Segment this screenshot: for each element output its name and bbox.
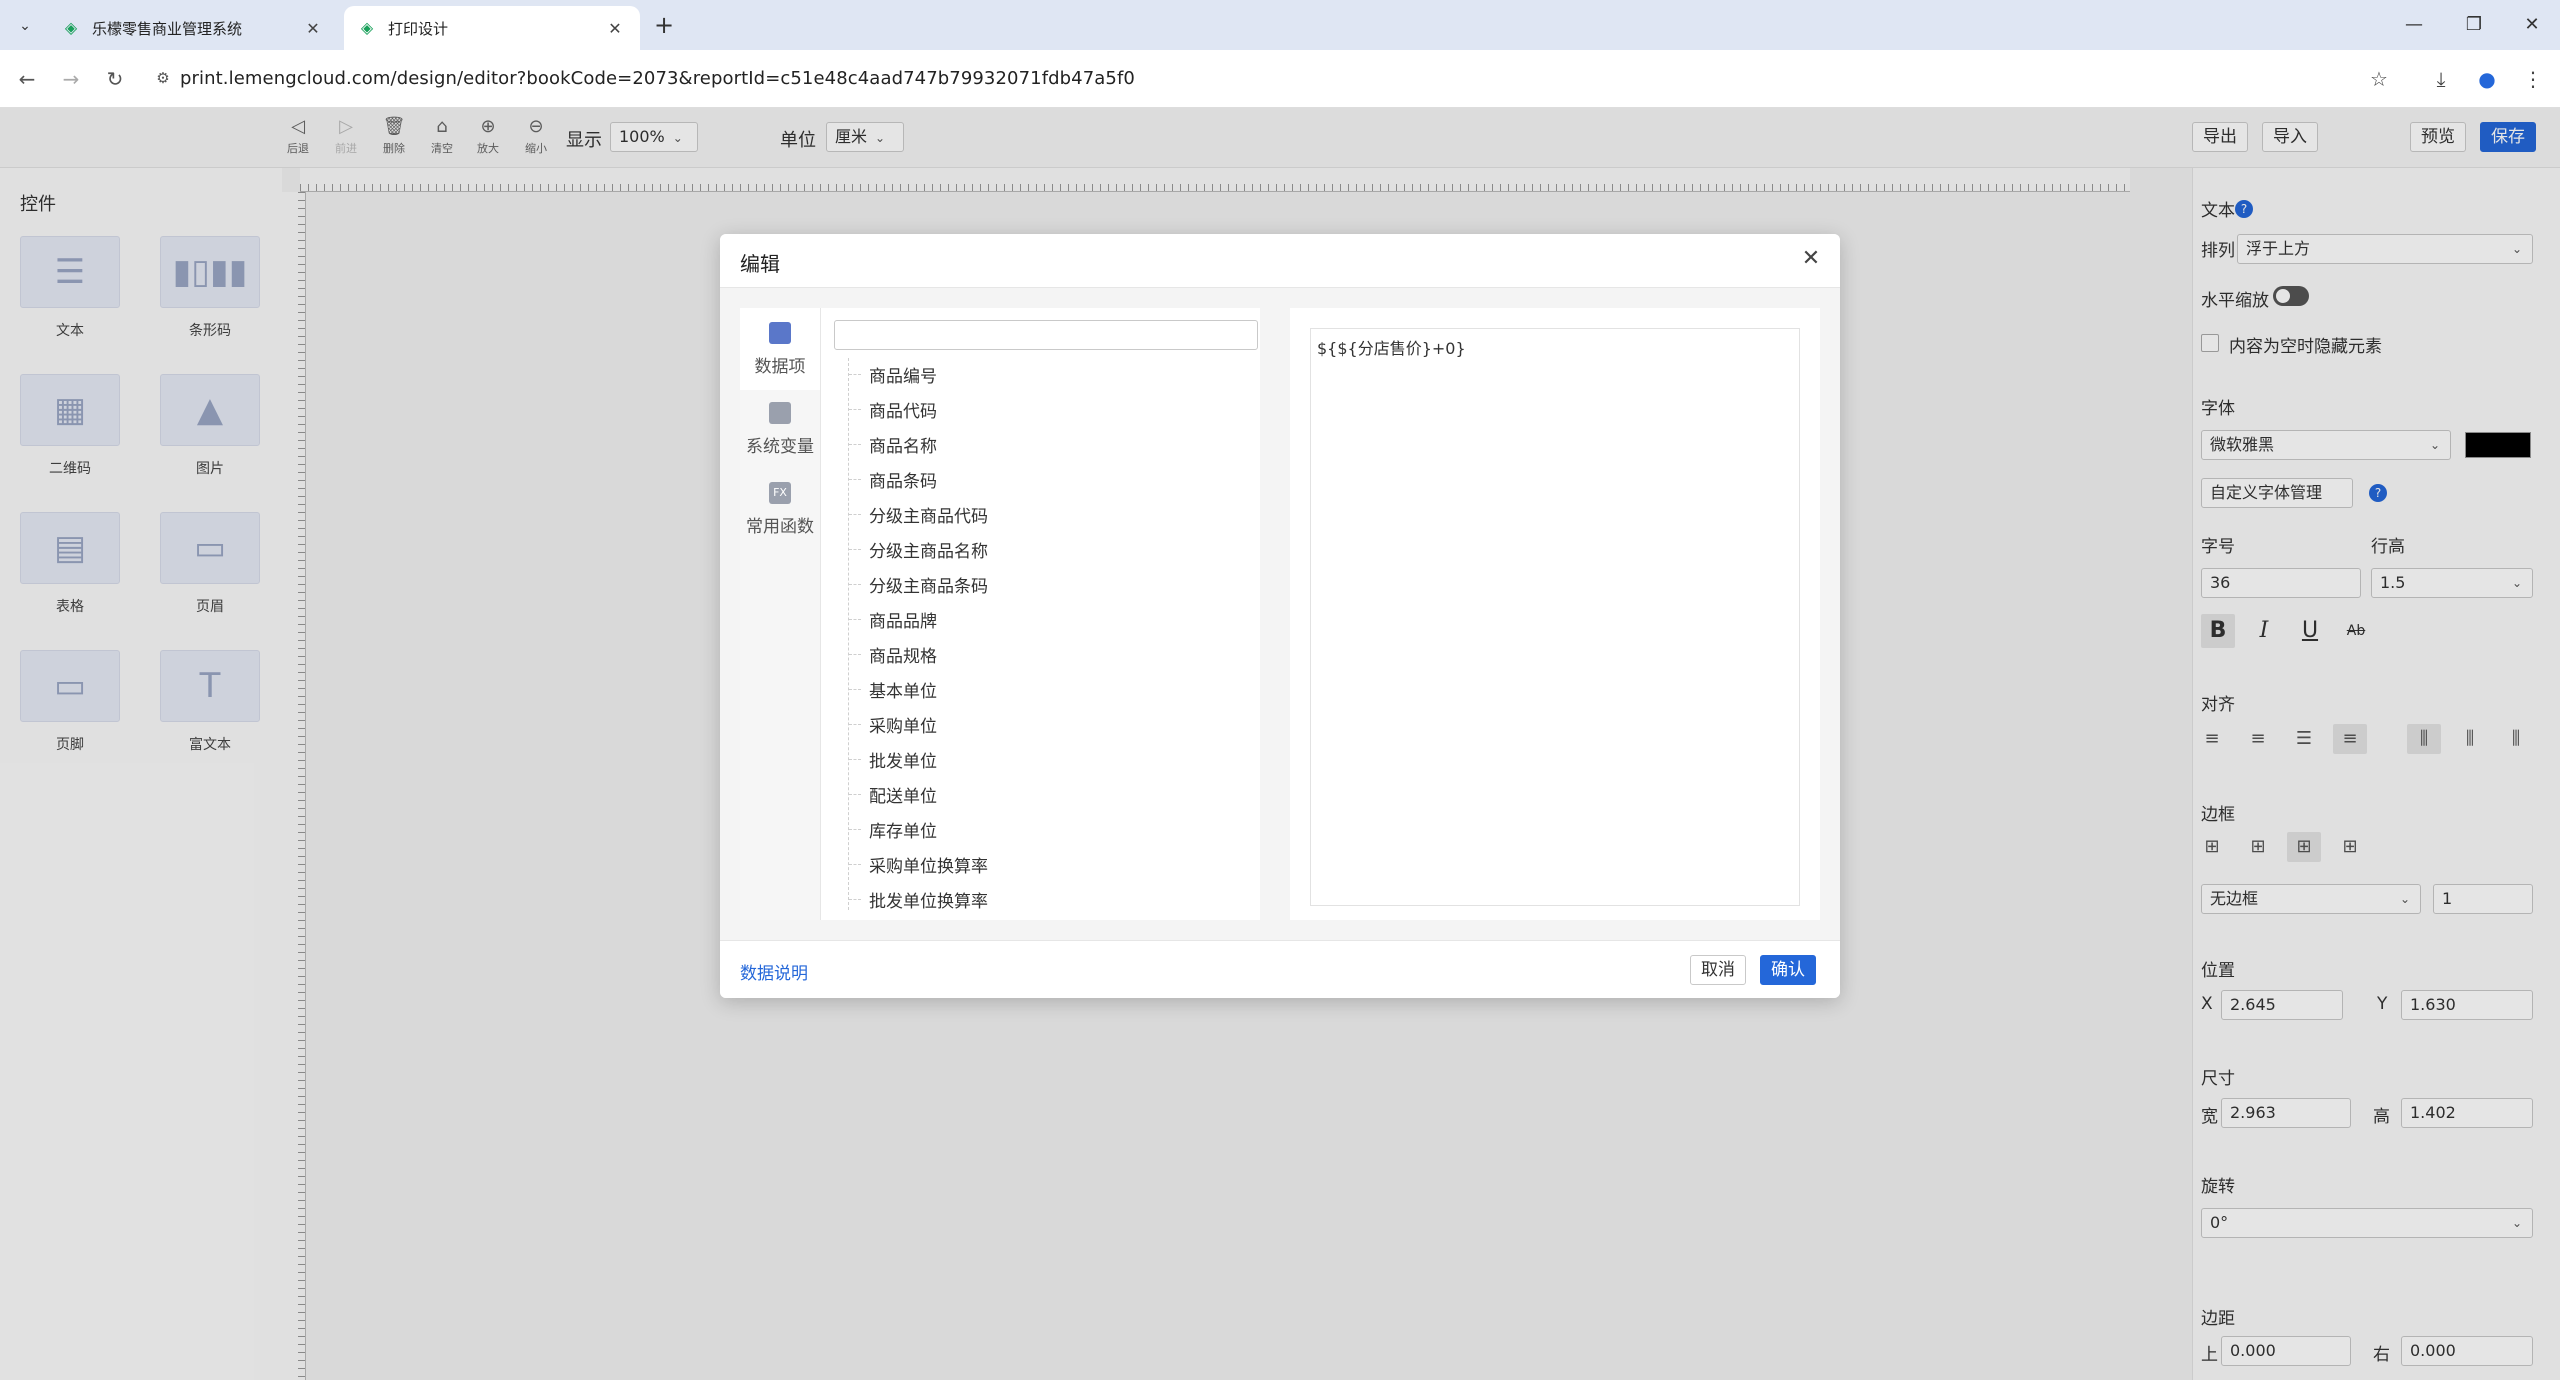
tab-search-menu-icon[interactable]: ⌄ xyxy=(10,11,40,41)
data-item[interactable]: 商品品牌 xyxy=(849,607,937,632)
data-item[interactable]: 商品名称 xyxy=(849,432,937,457)
variable-icon xyxy=(769,402,791,424)
data-search-input[interactable] xyxy=(834,320,1258,350)
data-item[interactable]: 商品条码 xyxy=(849,467,937,492)
new-tab-plus-icon[interactable]: + xyxy=(650,11,678,39)
data-items-tree: 商品编号商品代码商品名称商品条码分级主商品代码 分级主商品名称 分级主商品条码 商品品… xyxy=(848,358,1248,910)
url-omnibox[interactable]: ⚙ print.lemengcloud.com/design/editor?bo… xyxy=(146,58,2386,98)
cancel-button[interactable]: 取消 xyxy=(1690,955,1746,985)
data-item[interactable]: 库存单位 xyxy=(849,817,937,842)
tab-system-variables[interactable]: 系统变量 xyxy=(740,390,820,470)
data-item[interactable]: 分级主商品条码 xyxy=(849,572,988,597)
window-close-icon[interactable]: ✕ xyxy=(2512,10,2552,40)
forward-arrow-icon[interactable]: → xyxy=(56,64,86,94)
data-item[interactable]: 批发单位 xyxy=(849,747,937,772)
function-fx-icon: FX xyxy=(769,482,791,504)
data-item[interactable]: 商品编号 xyxy=(849,362,937,387)
side-tabs-divider xyxy=(820,308,821,920)
browser-tab-retail[interactable]: ◈ 乐檬零售商业管理系统 ✕ xyxy=(48,6,338,50)
data-item[interactable]: 采购单位 xyxy=(849,712,937,737)
profile-avatar-icon[interactable]: ● xyxy=(2472,64,2502,94)
expression-editor[interactable]: ${${分店售价}+0} xyxy=(1310,328,1800,906)
data-item[interactable]: 批发单位换算率 xyxy=(849,887,988,910)
tab-title: 乐檬零售商业管理系统 xyxy=(92,19,243,38)
site-favicon-icon: ◈ xyxy=(360,18,374,37)
edit-dialog: 编辑 ✕ 数据项 系统变量 FX 常用函数 商品编号商品代码商品名称商品条码分级… xyxy=(720,234,1840,998)
data-item[interactable]: 基本单位 xyxy=(849,677,937,702)
url-text: print.lemengcloud.com/design/editor?book… xyxy=(180,67,1135,89)
data-item[interactable]: 商品代码 xyxy=(849,397,937,422)
database-icon xyxy=(769,322,791,344)
data-description-link[interactable]: 数据说明 xyxy=(740,959,808,984)
address-bar: ← → ↻ ⚙ print.lemengcloud.com/design/edi… xyxy=(0,50,2560,108)
data-item[interactable]: 商品规格 xyxy=(849,642,937,667)
tab-close-icon[interactable]: ✕ xyxy=(302,19,324,38)
more-menu-icon[interactable]: ⋮ xyxy=(2518,64,2548,94)
browser-tab-print-design[interactable]: ◈ 打印设计 ✕ xyxy=(344,6,640,50)
data-item[interactable]: 分级主商品名称 xyxy=(849,537,988,562)
site-favicon-icon: ◈ xyxy=(64,18,78,37)
back-arrow-icon[interactable]: ← xyxy=(12,64,42,94)
expression-text: ${${分店售价}+0} xyxy=(1317,339,1466,358)
reload-icon[interactable]: ↻ xyxy=(100,64,130,94)
dialog-title: 编辑 xyxy=(740,252,780,276)
confirm-button[interactable]: 确认 xyxy=(1760,955,1816,985)
minimize-icon[interactable]: — xyxy=(2394,10,2434,40)
browser-tab-bar: ⌄ ◈ 乐檬零售商业管理系统 ✕ ◈ 打印设计 ✕ + — ❐ ✕ xyxy=(0,0,2560,50)
dialog-header: 编辑 ✕ xyxy=(720,234,1840,288)
expression-panel: ${${分店售价}+0} xyxy=(1290,308,1820,920)
site-info-icon[interactable]: ⚙ xyxy=(146,69,180,87)
data-item[interactable]: 采购单位换算率 xyxy=(849,852,988,877)
data-source-panel: 数据项 系统变量 FX 常用函数 商品编号商品代码商品名称商品条码分级主商品代码… xyxy=(740,308,1260,920)
dialog-footer: 数据说明 取消 确认 xyxy=(720,940,1840,998)
data-item[interactable]: 配送单位 xyxy=(849,782,937,807)
dialog-close-icon[interactable]: ✕ xyxy=(1796,244,1826,274)
bookmark-star-icon[interactable]: ☆ xyxy=(2364,64,2394,94)
tab-title: 打印设计 xyxy=(388,19,449,38)
data-item[interactable]: 分级主商品代码 xyxy=(849,502,988,527)
download-icon[interactable]: ⤓ xyxy=(2426,64,2456,94)
restore-icon[interactable]: ❐ xyxy=(2454,10,2494,40)
tab-data-items[interactable]: 数据项 xyxy=(740,308,820,390)
tab-common-functions[interactable]: FX 常用函数 xyxy=(740,470,820,550)
tab-close-icon[interactable]: ✕ xyxy=(604,19,626,38)
